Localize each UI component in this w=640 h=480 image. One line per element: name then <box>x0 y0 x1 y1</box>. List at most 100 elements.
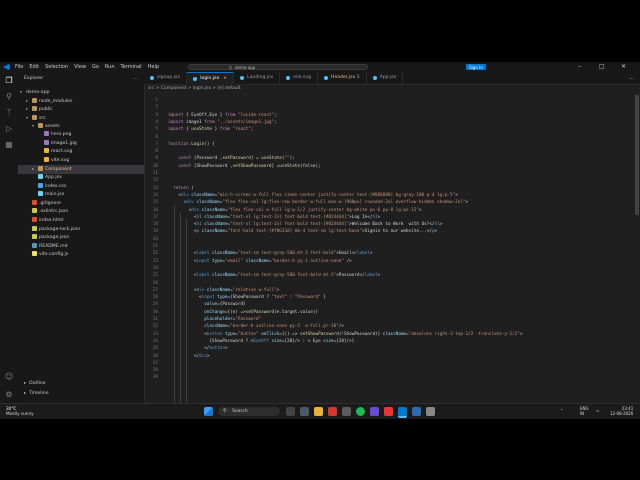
spotify-icon[interactable] <box>356 407 365 416</box>
menu-run[interactable]: Run <box>105 64 115 70</box>
tab-nile-svg[interactable]: nile.svg <box>280 72 319 84</box>
code-line[interactable]: 28 <input type={ShowPassword ? "text" : … <box>144 294 634 301</box>
code-line[interactable]: 8 <box>144 148 634 155</box>
more-actions-icon[interactable]: … <box>629 72 634 84</box>
tree-file[interactable]: vite.svg <box>18 156 144 166</box>
gear-icon[interactable]: ⚙ <box>4 390 14 400</box>
tab-landing-jsx[interactable]: Landing.jsx <box>234 72 281 84</box>
code-line[interactable]: 17 <h1 className="text-xl lg:text-2xl fo… <box>144 214 634 221</box>
tree-folder[interactable]: ▾ assets <box>18 122 144 131</box>
widgets-icon[interactable] <box>300 407 309 416</box>
task-view-icon[interactable] <box>286 407 295 416</box>
code-line[interactable]: 38 <box>144 367 634 374</box>
code-line[interactable]: 32 className="border-b outline-none py-2… <box>144 323 634 330</box>
tree-file[interactable]: package-lock.json <box>18 225 144 235</box>
code-line[interactable]: 14 <div className="min-h-screen w-full f… <box>144 192 634 199</box>
code-line[interactable]: 16 <div className="flex flex-col w-full … <box>144 207 634 214</box>
file-explorer-icon[interactable] <box>314 407 323 416</box>
brave-icon[interactable] <box>328 407 337 416</box>
tab-header-jsx-1[interactable]: Header.jsx 1 <box>318 72 367 84</box>
command-center-search[interactable]: ⚲ demo-app <box>188 64 368 70</box>
menu-help[interactable]: Help <box>148 64 159 70</box>
code-line[interactable]: 29 value={Password} <box>144 301 634 308</box>
tree-file[interactable]: hero.png <box>18 130 144 140</box>
app-icon[interactable] <box>384 407 393 416</box>
scrollbar-thumb[interactable] <box>635 95 639 215</box>
menu-selection[interactable]: Selection <box>45 64 68 70</box>
source-control-icon[interactable]: ᛉ <box>4 108 14 118</box>
app-icon[interactable] <box>370 407 379 416</box>
code-line[interactable]: 30 onChange={(e) =>setPassword(e.target.… <box>144 309 634 316</box>
tree-file[interactable]: image1.jpg <box>18 139 144 149</box>
search-icon[interactable]: ⚲ <box>4 92 14 102</box>
menu-file[interactable]: File <box>15 64 23 70</box>
code-line[interactable]: 37 <box>144 360 634 367</box>
code-line[interactable]: 1 <box>144 97 634 104</box>
tree-folder[interactable]: ▾ src <box>18 114 144 123</box>
tree-folder[interactable]: ▸ public <box>18 105 144 114</box>
explorer-icon[interactable]: ❐ <box>4 76 14 86</box>
menu-go[interactable]: Go <box>92 64 99 70</box>
tab-signup-jsx[interactable]: signup.jsx <box>144 72 188 84</box>
code-line[interactable]: 31 placeholder="Password" <box>144 316 634 323</box>
tree-folder[interactable]: ▸ Component <box>18 165 144 174</box>
sign-in-button[interactable]: Sign In <box>466 64 486 70</box>
tree-file[interactable]: vite.config.js <box>18 251 144 260</box>
tree-file[interactable]: index.html <box>18 216 144 226</box>
maximize-icon[interactable]: □ <box>599 63 605 70</box>
menu-edit[interactable]: Edit <box>29 64 39 70</box>
code-line[interactable]: 7 function Login() { <box>144 141 634 148</box>
code-line[interactable]: 34 {ShowPassword ? <EyeOff size={20}/> :… <box>144 338 634 345</box>
extensions-icon[interactable]: ▦ <box>4 140 14 150</box>
code-line[interactable]: 19 <p className="font-bold text-[#f0G33d… <box>144 228 634 235</box>
code-line[interactable]: 35 </button> <box>144 345 634 352</box>
close-tab-icon[interactable]: × <box>223 73 227 85</box>
menu-view[interactable]: View <box>74 64 86 70</box>
tree-file[interactable]: package.json <box>18 234 144 243</box>
tree-folder[interactable]: ▸ node_modules <box>18 97 144 106</box>
tree-file[interactable]: main.jsx <box>18 191 144 200</box>
code-line[interactable]: 39 <box>144 374 634 381</box>
code-line[interactable]: 2 <box>144 104 634 111</box>
more-actions-icon[interactable]: … <box>133 75 138 81</box>
weather-widget[interactable]: 30°C Mostly sunny <box>6 406 34 416</box>
close-icon[interactable]: ✕ <box>621 63 626 70</box>
code-editor[interactable]: 1 2 3 import { EyeOff,Eye } from "lucide-re… <box>144 95 634 407</box>
code-line[interactable]: 20 <box>144 236 634 243</box>
code-line[interactable]: 25 <label className="text-sm text-gray-5… <box>144 272 634 279</box>
menu-terminal[interactable]: Terminal <box>121 64 142 70</box>
code-line[interactable]: 9 const [Password ,setPassword] = useSta… <box>144 155 634 162</box>
tree-file[interactable]: README.md <box>18 242 144 252</box>
language-indicator[interactable]: ENG IN <box>580 406 589 416</box>
tray-chevron-icon[interactable]: ⌃ <box>560 408 563 413</box>
code-line[interactable]: 21 <box>144 243 634 250</box>
wifi-icon[interactable]: ≈ <box>596 408 599 413</box>
code-line[interactable]: 5 import { useState } from "react"; <box>144 126 634 133</box>
account-icon[interactable]: ☺ <box>4 372 14 382</box>
breadcrumb[interactable]: src > Component > login.jsx > [e] defaul… <box>144 85 640 93</box>
code-line[interactable]: 18 <h1 className="text-xl lg:text-2xl fo… <box>144 221 634 228</box>
code-line[interactable]: 23 <input type="email" className="border… <box>144 258 634 265</box>
code-line[interactable]: 6 <box>144 134 634 141</box>
tree-file[interactable]: react.svg <box>18 148 144 157</box>
minimize-icon[interactable]: – <box>578 63 581 70</box>
tree-file[interactable]: .oxlintrc.json <box>18 208 144 217</box>
tree-file[interactable]: App.jsx <box>18 173 144 183</box>
code-line[interactable]: 4 import image1 from "../assets/image1.jp… <box>144 119 634 126</box>
code-line[interactable]: 12 <box>144 177 634 184</box>
code-line[interactable]: 13 return ( <box>144 185 634 192</box>
code-line[interactable]: 3 import { EyeOff,Eye } from "lucide-reac… <box>144 112 634 119</box>
clock[interactable]: 23:41 12-08-2026 <box>610 406 633 416</box>
run-debug-icon[interactable]: ▷ <box>4 124 14 134</box>
tab-app-jsx[interactable]: App.jsx <box>367 72 404 84</box>
code-line[interactable]: 11 <box>144 170 634 177</box>
code-line[interactable]: 26 <box>144 280 634 287</box>
code-line[interactable]: 22 <label className="text-sm text-gray-5… <box>144 250 634 257</box>
tree-file[interactable]: .gitignore <box>18 199 144 209</box>
taskbar-search[interactable]: ⚲ Search <box>218 407 280 416</box>
windows-start-icon[interactable] <box>204 407 213 416</box>
tree-file[interactable]: index.css <box>18 182 144 192</box>
code-line[interactable]: 24 <box>144 265 634 272</box>
code-line[interactable]: 27 <div className="relative w-full"> <box>144 287 634 294</box>
app-icon[interactable] <box>412 407 421 416</box>
